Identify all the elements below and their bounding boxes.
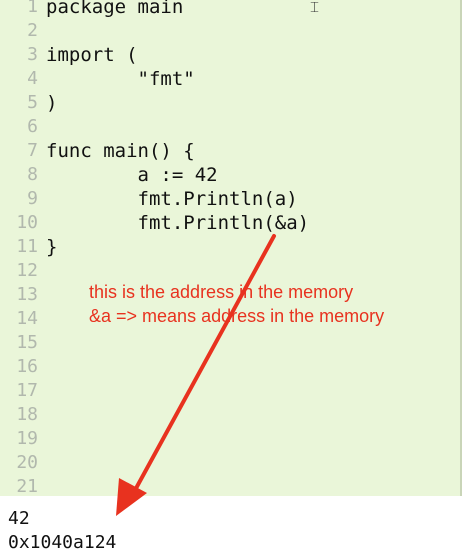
code-text[interactable]: package main (46, 0, 183, 19)
code-line[interactable]: 11} (0, 235, 57, 259)
line-number: 15 (16, 332, 38, 353)
code-text[interactable]: func main() { (46, 139, 195, 163)
code-text[interactable]: } (46, 235, 57, 259)
line-number: 18 (16, 404, 38, 425)
output-line-value: 42 (8, 508, 30, 529)
line-number: 5 (27, 92, 38, 113)
line-number: 4 (27, 68, 38, 89)
code-line[interactable]: 18 (0, 403, 38, 427)
code-line[interactable]: 5) (0, 91, 57, 115)
code-line[interactable]: 8 a := 42 (0, 163, 217, 187)
code-line[interactable]: 12 (0, 259, 38, 283)
code-editor[interactable]: 1 package main 2 3 import (4 "fmt" 5) 6 7 func m… (0, 0, 460, 496)
code-line[interactable]: 16 (0, 355, 38, 379)
code-line[interactable]: 15 (0, 331, 38, 355)
code-line[interactable]: 20 (0, 451, 38, 475)
line-number: 19 (16, 428, 38, 449)
code-line[interactable]: 10 fmt.Println(&a) (0, 211, 309, 235)
code-line[interactable]: 9 fmt.Println(a) (0, 187, 298, 211)
code-text[interactable]: "fmt" (46, 67, 195, 91)
line-number: 17 (16, 380, 38, 401)
code-lines: 1 package main 2 3 import (4 "fmt" 5) 6 7 func m… (0, 0, 309, 496)
line-number: 6 (27, 116, 38, 137)
code-line[interactable]: 7 func main() { (0, 139, 195, 163)
code-line[interactable]: 13 (0, 283, 38, 307)
line-number: 11 (16, 236, 38, 257)
code-line[interactable]: 19 (0, 427, 38, 451)
code-text[interactable]: a := 42 (46, 163, 218, 187)
code-line[interactable]: 1 package main (0, 0, 183, 19)
code-text[interactable]: fmt.Println(a) (46, 187, 298, 211)
code-line[interactable]: 17 (0, 379, 38, 403)
line-number: 7 (27, 140, 38, 161)
line-number: 14 (16, 308, 38, 329)
code-line[interactable]: 2 (0, 19, 38, 43)
code-line[interactable]: 21 (0, 475, 38, 496)
line-number: 16 (16, 356, 38, 377)
line-number: 12 (16, 260, 38, 281)
line-number: 20 (16, 452, 38, 473)
code-line[interactable]: 3 import ( (0, 43, 137, 67)
code-text[interactable]: ) (46, 91, 57, 115)
line-number: 3 (27, 44, 38, 65)
code-line[interactable]: 14 (0, 307, 38, 331)
line-number: 13 (16, 284, 38, 305)
line-number: 8 (27, 164, 38, 185)
output-line-address: 0x1040a124 (8, 532, 117, 553)
line-number: 21 (16, 476, 38, 496)
code-line[interactable]: 6 (0, 115, 38, 139)
line-number: 1 (27, 0, 38, 17)
code-text[interactable]: import ( (46, 43, 138, 67)
annotation-address-note: this is the address in the memory (89, 282, 354, 302)
line-number: 9 (27, 188, 38, 209)
annotation-ampersand-note: &a => means address in the memory (89, 306, 385, 326)
line-number: 2 (27, 20, 38, 41)
code-line[interactable]: 4 "fmt" (0, 67, 195, 91)
line-number: 10 (16, 212, 38, 233)
code-text[interactable]: fmt.Println(&a) (46, 211, 310, 235)
text-cursor-icon: ⌶ (310, 0, 320, 16)
